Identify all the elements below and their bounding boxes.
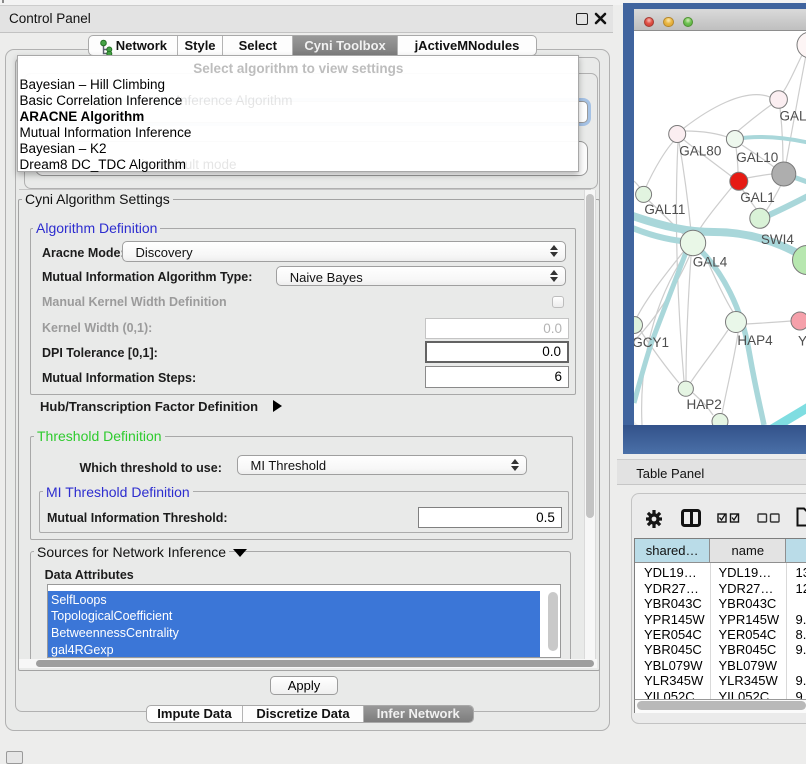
svg-text:GAL2: GAL2 bbox=[780, 109, 806, 124]
svg-text:GAL11: GAL11 bbox=[644, 202, 685, 217]
svg-text:GAL1: GAL1 bbox=[740, 190, 775, 205]
svg-text:GCY1: GCY1 bbox=[634, 335, 669, 350]
svg-text:HAP2: HAP2 bbox=[687, 397, 722, 412]
svg-text:GAL80: GAL80 bbox=[679, 144, 721, 159]
svg-text:SWI4: SWI4 bbox=[761, 232, 794, 247]
svg-text:HAP4: HAP4 bbox=[737, 333, 773, 348]
svg-text:GAL4: GAL4 bbox=[693, 255, 728, 270]
svg-text:Y: Y bbox=[798, 334, 806, 349]
svg-text:GAL10: GAL10 bbox=[736, 150, 778, 165]
